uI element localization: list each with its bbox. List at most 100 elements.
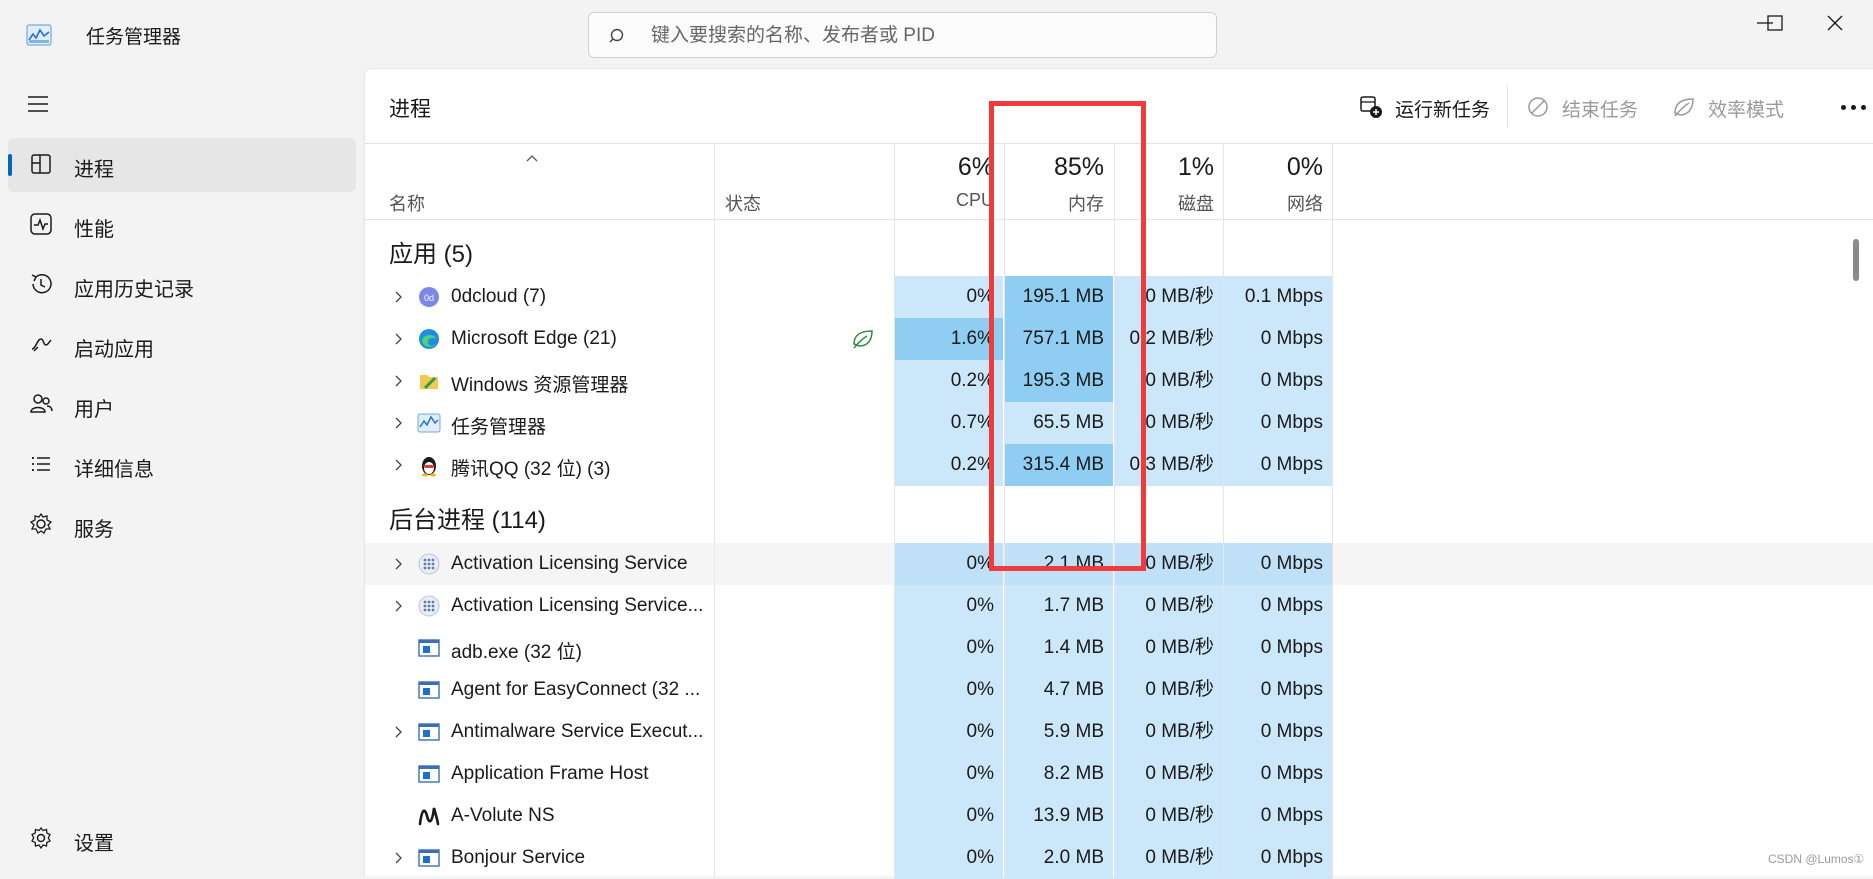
qq-penguin-icon xyxy=(422,457,436,477)
sidebar-item-startup[interactable]: 启动应用 xyxy=(8,318,356,372)
column-header-network-pct[interactable]: 0% xyxy=(1223,153,1323,182)
group-title-apps: 应用 (5) xyxy=(389,241,473,268)
window-app-icon xyxy=(418,849,440,867)
more-dot-icon xyxy=(1851,105,1856,110)
title-bar: 任务管理器 xyxy=(0,0,1873,68)
sidebar-item-performance[interactable]: 性能 xyxy=(8,198,356,252)
process-name: Activation Licensing Service... xyxy=(451,595,703,616)
table-row[interactable]: Bonjour Service 0% 2.0 MB 0 MB/秒 0 Mbps xyxy=(365,837,1873,879)
sidebar-item-services[interactable]: 服务 xyxy=(8,498,356,552)
process-name: 腾讯QQ (32 位) (3) xyxy=(451,459,611,480)
column-header-cpu[interactable]: CPU xyxy=(894,190,994,211)
network-value: 0 Mbps xyxy=(1223,360,1332,402)
scrollbar-thumb[interactable] xyxy=(1853,239,1859,281)
sidebar-item-users[interactable]: 用户 xyxy=(8,378,356,432)
chevron-right-icon[interactable] xyxy=(393,332,403,346)
table-row[interactable]: Activation Licensing Service... 0% 1.7 M… xyxy=(365,585,1873,627)
cpu-value: 0.2% xyxy=(894,444,1003,486)
sidebar-item-settings[interactable]: 设置 xyxy=(8,812,356,866)
hamburger-menu-icon[interactable] xyxy=(26,92,50,116)
task-manager-app-icon xyxy=(26,24,52,46)
chevron-right-icon[interactable] xyxy=(393,458,403,472)
disk-value: 0 MB/秒 xyxy=(1114,837,1223,879)
table-row[interactable]: Application Frame Host 0% 8.2 MB 0 MB/秒 … xyxy=(365,753,1873,795)
vertical-scrollbar[interactable] xyxy=(1849,219,1863,877)
disk-value: 0 MB/秒 xyxy=(1114,711,1223,753)
app-title: 任务管理器 xyxy=(86,27,182,48)
more-options-button[interactable] xyxy=(1839,97,1869,117)
window-app-icon xyxy=(418,765,440,783)
column-header-network[interactable]: 网络 xyxy=(1223,190,1323,216)
process-name: Activation Licensing Service xyxy=(451,553,688,574)
sidebar-item-app-history[interactable]: 应用历史记录 xyxy=(8,258,356,312)
end-task-icon xyxy=(1528,97,1548,117)
chevron-right-icon[interactable] xyxy=(393,290,403,304)
sidebar-item-processes[interactable]: 进程 xyxy=(8,138,356,192)
watermark: CSDN @Lumos① xyxy=(1768,852,1865,866)
app-history-icon xyxy=(31,273,52,294)
chevron-right-icon[interactable] xyxy=(393,851,403,865)
memory-value: 1.7 MB xyxy=(1004,585,1113,627)
table-row[interactable]: Antimalware Service Execut... 0% 5.9 MB … xyxy=(365,711,1873,753)
cpu-value: 0.7% xyxy=(894,402,1003,444)
chevron-right-icon[interactable] xyxy=(393,416,403,430)
users-icon xyxy=(30,394,53,413)
sort-ascending-icon xyxy=(526,155,538,162)
process-name: adb.exe (32 位) xyxy=(451,642,582,663)
column-header-cpu-pct[interactable]: 6% xyxy=(894,153,994,182)
chevron-right-icon[interactable] xyxy=(393,374,403,388)
cpu-value: 0% xyxy=(894,711,1003,753)
close-icon xyxy=(1827,15,1843,31)
table-row[interactable]: Agent for EasyConnect (32 ... 0% 4.7 MB … xyxy=(365,669,1873,711)
efficiency-mode-button[interactable]: 效率模式 xyxy=(1672,93,1812,123)
network-value: 0 Mbps xyxy=(1223,669,1332,711)
page-title: 进程 xyxy=(389,98,431,121)
sidebar-item-label: 进程 xyxy=(74,159,114,181)
sidebar-item-label: 用户 xyxy=(74,399,114,421)
chevron-right-icon[interactable] xyxy=(393,557,403,571)
svg-text:0d: 0d xyxy=(424,293,434,303)
a-volute-icon xyxy=(418,807,440,826)
maximize-icon xyxy=(1767,15,1783,31)
search-input[interactable] xyxy=(651,23,1191,49)
search-box[interactable] xyxy=(588,12,1217,58)
cpu-value: 0% xyxy=(894,627,1003,669)
maximize-button[interactable] xyxy=(1755,8,1795,38)
memory-value: 5.9 MB xyxy=(1004,711,1113,753)
end-task-button[interactable]: 结束任务 xyxy=(1526,93,1656,123)
efficiency-leaf-icon xyxy=(853,330,873,349)
column-header-status[interactable]: 状态 xyxy=(725,190,761,216)
annotation-highlight-box xyxy=(989,101,1146,571)
cpu-value: 0% xyxy=(894,753,1003,795)
process-name: Bonjour Service xyxy=(451,847,586,868)
service-dots-icon xyxy=(418,595,440,617)
sidebar-item-label: 性能 xyxy=(74,219,114,241)
task-manager-icon xyxy=(417,413,441,433)
cpu-value: 0% xyxy=(894,669,1003,711)
chevron-right-icon[interactable] xyxy=(393,725,403,739)
services-icon xyxy=(29,512,53,534)
edge-icon xyxy=(419,329,439,349)
network-value: 0 Mbps xyxy=(1223,711,1332,753)
sidebar-item-details[interactable]: 详细信息 xyxy=(8,438,356,492)
efficiency-leaf-icon xyxy=(1674,98,1694,117)
disk-value: 0 MB/秒 xyxy=(1114,795,1223,837)
table-row[interactable]: adb.exe (32 位) 0% 1.4 MB 0 MB/秒 0 Mbps xyxy=(365,627,1873,669)
sidebar-item-label: 服务 xyxy=(74,519,114,541)
group-title-background: 后台进程 (114) xyxy=(389,507,546,534)
toolbar-divider xyxy=(1507,85,1508,127)
process-name: Microsoft Edge (21) xyxy=(451,328,617,349)
disk-value: 0 MB/秒 xyxy=(1114,585,1223,627)
column-header-name[interactable]: 名称 xyxy=(389,190,425,216)
network-value: 0 Mbps xyxy=(1223,837,1332,879)
cpu-value: 0% xyxy=(894,276,1003,318)
memory-value: 8.2 MB xyxy=(1004,753,1113,795)
process-name: 0dcloud (7) xyxy=(451,286,547,307)
chevron-right-icon[interactable] xyxy=(393,599,403,613)
settings-gear-icon xyxy=(31,826,51,850)
column-divider xyxy=(1332,143,1333,878)
run-new-task-button[interactable]: 运行新任务 xyxy=(1359,93,1499,123)
efficiency-mode-label: 效率模式 xyxy=(1708,100,1785,121)
table-row[interactable]: A-Volute NS 0% 13.9 MB 0 MB/秒 0 Mbps xyxy=(365,795,1873,837)
close-button[interactable] xyxy=(1815,8,1855,38)
